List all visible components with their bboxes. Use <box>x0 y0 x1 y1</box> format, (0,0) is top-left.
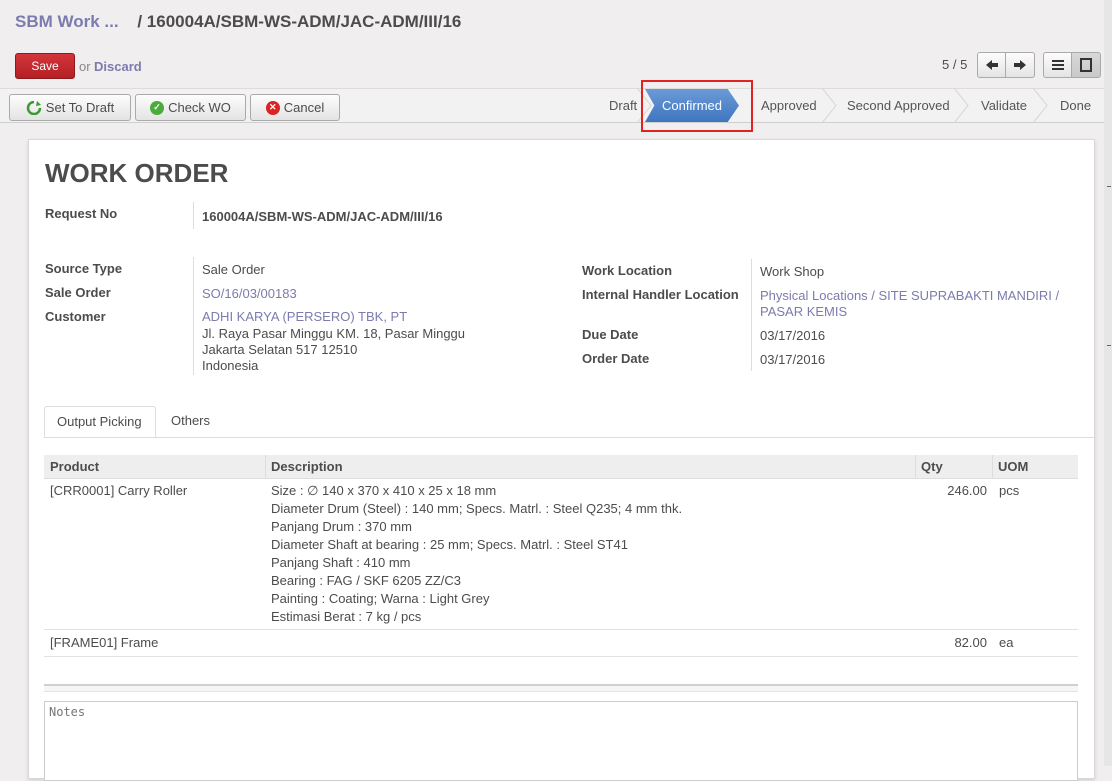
view-switcher <box>1043 52 1101 78</box>
due-date-label: Due Date <box>582 327 639 342</box>
order-date-field[interactable]: 03/17/2016 <box>760 352 825 367</box>
check-wo-label: Check WO <box>168 100 231 115</box>
tab-underline <box>44 437 1094 438</box>
description-line: Diameter Shaft at bearing : 25 mm; Specs… <box>271 537 628 552</box>
row-divider <box>44 629 1078 630</box>
pager-previous-button[interactable] <box>977 52 1006 78</box>
arrow-right-icon <box>1014 60 1026 70</box>
row-qty[interactable]: 246.00 <box>915 483 987 498</box>
handler-location-link[interactable]: Physical Locations / SITE SUPRABAKTI MAN… <box>760 288 1059 303</box>
set-to-draft-button[interactable]: Set To Draft <box>9 94 131 121</box>
check-wo-button[interactable]: ✓ Check WO <box>135 94 246 121</box>
work-location-label: Work Location <box>582 263 673 278</box>
description-line: Size : ∅ 140 x 370 x 410 x 25 x 18 mm <box>271 483 497 498</box>
row-description[interactable]: Size : ∅ 140 x 370 x 410 x 25 x 18 mm Di… <box>271 482 682 626</box>
arrow-left-icon <box>985 60 998 70</box>
field-divider <box>193 257 194 375</box>
control-panel: SBM Work ... / 160004A/SBM-WS-ADM/JAC-AD… <box>0 0 1104 88</box>
column-header-product[interactable]: Product <box>44 455 99 479</box>
request-no-field[interactable]: 160004A/SBM-WS-ADM/JAC-ADM/III/16 <box>202 209 443 224</box>
description-line: Panjang Shaft : 410 mm <box>271 555 411 570</box>
description-line: Bearing : FAG / SKF 6205 ZZ/C3 <box>271 573 462 588</box>
form-view-button[interactable] <box>1072 52 1101 78</box>
column-header-qty[interactable]: Qty <box>915 455 943 479</box>
scrollbar-mark <box>1107 345 1111 346</box>
customer-address-line: Indonesia <box>202 358 259 373</box>
table-footer <box>44 684 1078 692</box>
pager-counter[interactable]: 5 / 5 <box>942 57 967 72</box>
notes-textarea[interactable] <box>44 701 1078 781</box>
breadcrumb-parent-link[interactable]: SBM Work ... <box>15 12 119 31</box>
cancel-button[interactable]: ✕ Cancel <box>250 94 340 121</box>
table-header: Product Description Qty UOM <box>44 455 1078 479</box>
cancel-label: Cancel <box>283 100 325 115</box>
row-qty[interactable]: 82.00 <box>915 635 987 650</box>
check-icon: ✓ <box>150 100 165 115</box>
form-icon <box>1080 58 1092 72</box>
row-product[interactable]: [FRAME01] Frame <box>50 635 158 650</box>
pager-next-button[interactable] <box>1006 52 1035 78</box>
scrollbar[interactable] <box>1104 0 1112 766</box>
refresh-icon <box>26 100 42 115</box>
customer-address-line: Jl. Raya Pasar Minggu KM. 18, Pasar Ming… <box>202 326 466 341</box>
column-header-description[interactable]: Description <box>265 455 343 479</box>
order-date-label: Order Date <box>582 351 650 366</box>
customer-address-line: Jakarta Selatan 517 12510 <box>202 342 358 357</box>
row-product[interactable]: [CRR0001] Carry Roller <box>50 483 187 498</box>
tab-output-picking[interactable]: Output Picking <box>44 406 156 438</box>
pager-buttons <box>977 52 1035 78</box>
stage-separator <box>1033 88 1048 123</box>
discard-link[interactable]: Discard <box>94 59 142 74</box>
customer-label: Customer <box>45 309 106 324</box>
stage-done[interactable]: Done <box>1060 88 1091 123</box>
row-divider <box>44 656 1078 657</box>
description-line: Estimasi Berat : 7 kg / pcs <box>271 609 422 624</box>
tab-others[interactable]: Others <box>159 406 222 438</box>
sale-order-link[interactable]: SO/16/03/00183 <box>202 286 297 301</box>
customer-link[interactable]: ADHI KARYA (PERSERO) TBK, PT <box>202 309 407 324</box>
source-type-label: Source Type <box>45 261 123 276</box>
or-text: or <box>79 59 91 74</box>
description-line: Diameter Drum (Steel) : 140 mm; Specs. M… <box>271 501 683 516</box>
description-line: Panjang Drum : 370 mm <box>271 519 412 534</box>
annotation-highlight-box <box>641 80 753 132</box>
stage-separator <box>954 88 969 123</box>
description-line: Painting : Coating; Warna : Light Grey <box>271 591 490 606</box>
work-location-field[interactable]: Work Shop <box>760 264 824 279</box>
handler-location-label: Internal Handler Location <box>582 287 739 302</box>
source-type-field[interactable]: Sale Order <box>202 262 265 277</box>
row-uom[interactable]: ea <box>999 635 1013 650</box>
breadcrumb: SBM Work ... / 160004A/SBM-WS-ADM/JAC-AD… <box>15 12 461 32</box>
list-view-button[interactable] <box>1043 52 1072 78</box>
stage-draft[interactable]: Draft <box>609 88 637 123</box>
stage-approved[interactable]: Approved <box>761 88 817 123</box>
due-date-field[interactable]: 03/17/2016 <box>760 328 825 343</box>
column-header-uom[interactable]: UOM <box>992 455 1028 479</box>
request-no-label: Request No <box>45 206 118 221</box>
cancel-icon: ✕ <box>265 100 280 115</box>
scrollbar-mark <box>1107 186 1111 187</box>
set-to-draft-label: Set To Draft <box>45 100 115 115</box>
page-title: WORK ORDER <box>45 158 229 188</box>
row-uom[interactable]: pcs <box>999 483 1019 498</box>
handler-location-link-cont[interactable]: PASAR KEMIS <box>760 304 847 319</box>
breadcrumb-current: 160004A/SBM-WS-ADM/JAC-ADM/III/16 <box>146 12 462 31</box>
stage-second-approved[interactable]: Second Approved <box>847 88 950 123</box>
list-icon <box>1051 60 1064 70</box>
form-sheet: WORK ORDER Request No 160004A/SBM-WS-ADM… <box>28 139 1095 781</box>
sale-order-label: Sale Order <box>45 285 111 300</box>
stage-validate[interactable]: Validate <box>981 88 1027 123</box>
breadcrumb-separator: / <box>137 12 143 31</box>
field-divider <box>193 202 194 229</box>
stage-separator <box>822 88 837 123</box>
field-divider <box>751 259 752 371</box>
save-button[interactable]: Save <box>15 53 75 79</box>
